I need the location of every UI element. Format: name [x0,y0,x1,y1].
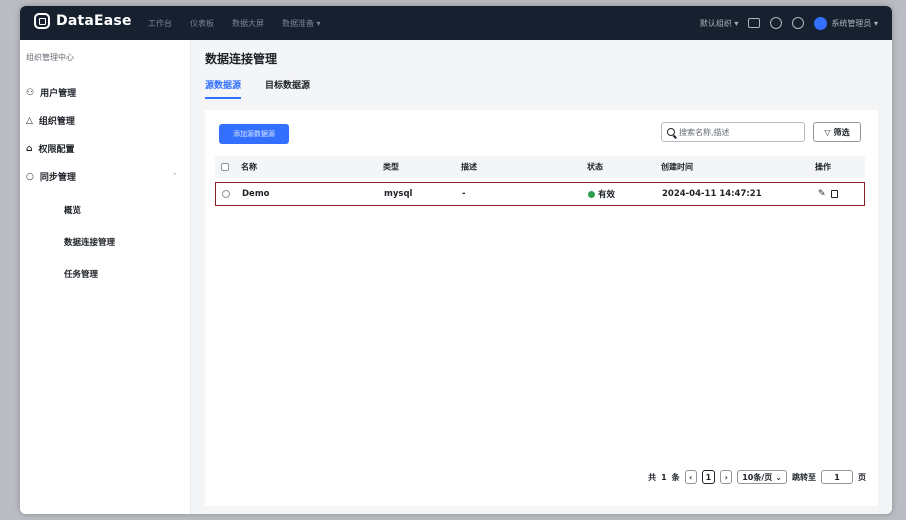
header-status[interactable]: 状态 [587,162,603,173]
content-card: 添加源数据源 搜索名称,描述 ▽ 筛选 名称 类型 描述 状态 创建时间 操作 [205,110,878,506]
sidebar-item-permissions[interactable]: ⌂ 权限配置 [26,142,75,156]
sidebar-subitem-tasks[interactable]: 任务管理 [64,268,98,280]
dataease-logo-icon [34,13,50,29]
header-actions: 操作 [815,162,831,172]
main-content: 数据连接管理 源数据源 目标数据源 添加源数据源 搜索名称,描述 ▽ 筛选 名称… [191,40,892,514]
page-title: 数据连接管理 [205,52,278,66]
header-type[interactable]: 类型 [383,162,399,173]
total-count: 1 [661,472,667,482]
tab-target-datasource[interactable]: 目标数据源 [265,78,310,99]
top-navbar: DataEase 工作台 仪表板 数据大屏 数据准备 ▾ 默认组织 ▾ 系统管理… [20,6,892,40]
delete-icon[interactable] [830,189,838,198]
sidebar-subitem-datasource[interactable]: 数据连接管理 [64,236,115,248]
filter-label: 筛选 [833,127,850,137]
row-checkbox[interactable] [222,190,230,198]
page-number[interactable]: 1 [701,470,716,484]
search-icon [667,128,675,136]
page-size-select[interactable]: 10条/页 ⌄ [737,470,787,484]
sidebar-item-sync[interactable]: ○ 同步管理 [26,170,76,184]
status-ok-icon [588,191,595,198]
sidebar: 组织管理中心 ⚇ 用户管理 △ 组织管理 ⌂ 权限配置 ○ 同步管理 ⌃ 概览 … [20,40,191,514]
filter-button[interactable]: ▽ 筛选 [813,122,861,142]
total-prefix: 共 [648,472,657,482]
help-icon[interactable] [770,17,783,29]
status-badge: 有效 [598,190,616,200]
user-menu[interactable]: 系统管理员 ▾ [814,16,878,30]
user-name: 系统管理员 ▾ [831,18,878,28]
avatar [814,16,828,30]
table-header: 名称 类型 描述 状态 创建时间 操作 [215,156,865,178]
row-actions: ✎ [818,189,838,199]
filter-icon: ▽ [824,127,831,137]
add-source-button[interactable]: 添加源数据源 [219,124,289,144]
download-icon[interactable] [748,18,761,28]
chevron-up-icon[interactable]: ⌃ [172,172,178,180]
jump-suffix: 页 [858,472,866,482]
sync-icon: ○ [26,171,34,182]
sidebar-title: 组织管理中心 [26,53,74,62]
row-status: 有效 [588,188,615,200]
logo[interactable]: DataEase [34,13,132,29]
nav-item-dashboard[interactable]: 仪表板 [190,18,214,29]
sidebar-item-label: 权限配置 [38,145,75,155]
app-name: DataEase [56,13,132,29]
nav-item-screen[interactable]: 数据大屏 [232,18,264,29]
top-right-tools: 默认组织 ▾ 系统管理员 ▾ [700,6,878,40]
edit-icon[interactable]: ✎ [818,189,826,199]
row-created: 2024-04-11 14:47:21 [662,189,762,199]
top-nav: 工作台 仪表板 数据大屏 数据准备 ▾ [148,6,321,40]
sidebar-item-label: 同步管理 [39,173,76,183]
sidebar-item-label: 用户管理 [40,89,77,99]
next-page-icon[interactable]: › [720,470,733,484]
sidebar-subitem-overview[interactable]: 概览 [64,204,81,216]
datasource-table: 名称 类型 描述 状态 创建时间 操作 Demo mysql - 有效 2024… [215,156,865,206]
jump-input[interactable]: 1 [821,470,853,484]
chevron-down-icon: ⌄ [775,472,782,482]
nav-item-workbench[interactable]: 工作台 [148,18,172,29]
select-all-checkbox[interactable] [221,163,229,171]
org-tree-icon: △ [26,115,33,126]
sidebar-item-org[interactable]: △ 组织管理 [26,114,75,128]
jump-label: 跳转至 [792,472,816,482]
settings-icon[interactable] [792,17,805,29]
tab-source-datasource[interactable]: 源数据源 [205,78,242,99]
pagination: 共 1 条 ‹ 1 › 10条/页 ⌄ 跳转至 1 页 [648,470,866,484]
users-icon: ⚇ [26,87,35,98]
header-desc[interactable]: 描述 [461,162,477,173]
search-placeholder: 搜索名称,描述 [679,127,730,137]
org-switcher[interactable]: 默认组织 ▾ [700,18,739,29]
sidebar-item-label: 组织管理 [38,117,75,127]
total-suffix: 条 [671,472,680,482]
header-name[interactable]: 名称 [241,162,257,173]
table-row[interactable]: Demo mysql - 有效 2024-04-11 14:47:21 ✎ [215,182,865,206]
row-type: mysql [384,189,413,199]
nav-item-data-prep[interactable]: 数据准备 ▾ [282,18,321,29]
search-input[interactable]: 搜索名称,描述 [661,122,805,142]
permission-icon: ⌂ [26,143,33,154]
sidebar-item-users[interactable]: ⚇ 用户管理 [26,86,77,100]
tab-bar: 源数据源 目标数据源 [205,78,310,99]
app-window: DataEase 工作台 仪表板 数据大屏 数据准备 ▾ 默认组织 ▾ 系统管理… [20,6,892,514]
page-size-value: 10条/页 [742,472,773,482]
prev-page-icon[interactable]: ‹ [684,470,697,484]
row-name: Demo [242,189,270,199]
row-desc: - [462,189,466,199]
header-created[interactable]: 创建时间 [661,162,693,173]
